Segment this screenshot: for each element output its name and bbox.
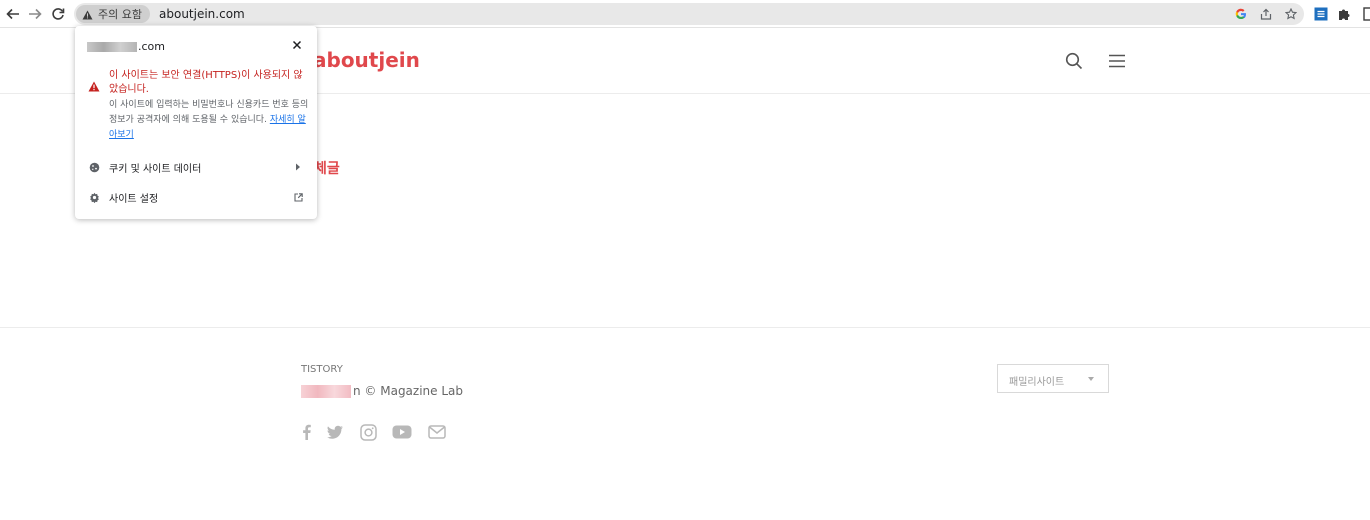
sidepanel-icon[interactable] — [1360, 6, 1370, 22]
twitter-icon[interactable] — [325, 422, 345, 442]
gear-icon — [88, 191, 100, 203]
family-site-label: 패밀리사이트 — [1009, 377, 1065, 388]
site-logo[interactable]: aboutjein — [313, 48, 420, 72]
site-settings-row[interactable]: 사이트 설정 — [75, 183, 317, 211]
instagram-icon[interactable] — [358, 422, 378, 442]
facebook-icon[interactable] — [296, 422, 316, 442]
close-icon[interactable] — [291, 39, 303, 51]
back-icon[interactable] — [3, 4, 23, 24]
redacted-blog-name — [301, 384, 351, 398]
browser-toolbar: 주의 요함 aboutjein.com — [0, 0, 1370, 28]
redacted-domain — [87, 41, 137, 52]
mail-icon[interactable] — [427, 422, 447, 442]
reload-icon[interactable] — [48, 4, 68, 24]
search-icon[interactable] — [1063, 50, 1085, 72]
forward-icon[interactable] — [25, 4, 45, 24]
external-link-icon — [293, 192, 303, 202]
omnibox[interactable]: 주의 요함 aboutjein.com — [74, 3, 1304, 25]
security-chip-label: 주의 요함 — [98, 8, 142, 21]
url-text[interactable]: aboutjein.com — [159, 7, 245, 21]
youtube-icon[interactable] — [392, 422, 412, 442]
cookie-icon — [88, 161, 100, 173]
popup-domain: .com — [87, 40, 165, 53]
google-icon[interactable] — [1234, 7, 1248, 21]
cookies-label: 쿠키 및 사이트 데이터 — [109, 163, 202, 175]
category-title: 체글 — [314, 161, 340, 177]
footer-brand[interactable]: TISTORY — [301, 364, 343, 375]
puzzle-icon[interactable] — [1336, 6, 1352, 22]
site-info-popup: .com 이 사이트는 보안 연결(HTTPS)이 사용되지 않았습니다. 이 … — [75, 26, 317, 219]
warning-title: 이 사이트는 보안 연결(HTTPS)이 사용되지 않았습니다. — [109, 70, 303, 95]
extension-icon[interactable] — [1313, 6, 1329, 22]
chevron-right-icon — [293, 162, 303, 172]
share-icon[interactable] — [1259, 7, 1273, 21]
copyright-text: n © Magazine Lab — [353, 384, 464, 398]
footer-copyright: n © Magazine Lab — [301, 384, 463, 398]
warning-icon — [88, 77, 100, 92]
site-settings-label: 사이트 설정 — [109, 193, 159, 205]
chevron-down-icon — [1088, 377, 1094, 381]
site-footer: TISTORY n © Magazine Lab 패밀리사이트 — [0, 327, 1370, 520]
warning-description: 이 사이트에 입력하는 비밀번호나 신용카드 번호 등의 정보가 공격자에 의해… — [109, 98, 309, 143]
popup-domain-suffix: .com — [138, 40, 165, 53]
cookies-row[interactable]: 쿠키 및 사이트 데이터 — [75, 153, 317, 181]
warning-icon — [82, 5, 93, 24]
family-site-select[interactable]: 패밀리사이트 — [997, 364, 1109, 393]
star-icon[interactable] — [1284, 7, 1298, 21]
menu-icon[interactable] — [1106, 50, 1128, 72]
security-chip[interactable]: 주의 요함 — [76, 5, 150, 23]
